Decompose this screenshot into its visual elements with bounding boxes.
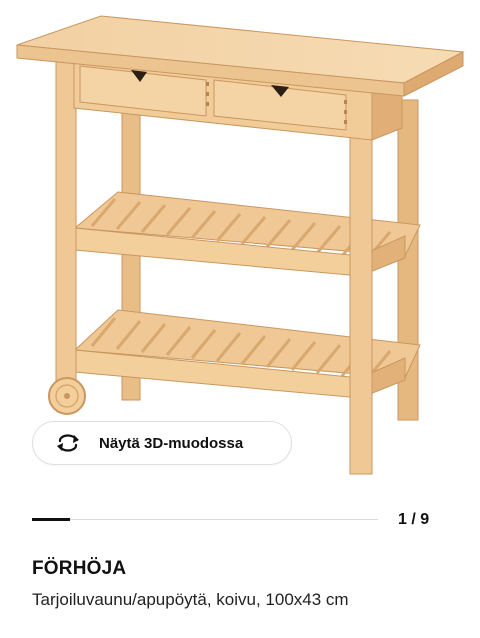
gallery-pager: 1 / 9 [398,511,430,528]
view-3d-button[interactable]: Näytä 3D-muodossa [32,421,292,465]
view-3d-label: Näytä 3D-muodossa [99,434,244,452]
rotate-3d-icon [55,433,83,453]
product-description: Tarjoiluvaunu/apupöytä, koivu, 100x43 cm [32,590,349,609]
product-name: FÖRHÖJA [32,558,127,579]
gallery-progress-fill [32,518,70,521]
gallery-progress-track [32,519,378,520]
gallery-progress-bar [32,506,378,534]
kitchen-trolley-illustration [16,15,465,475]
product-image[interactable] [0,0,480,480]
